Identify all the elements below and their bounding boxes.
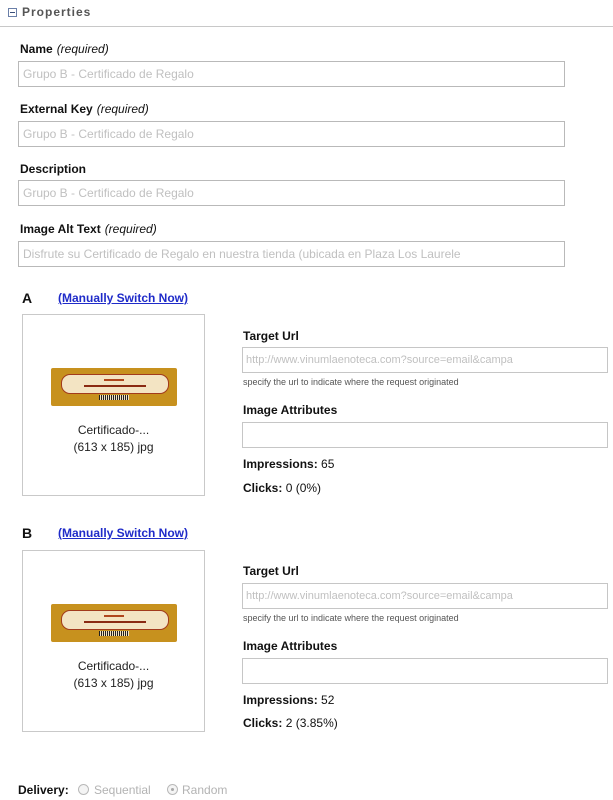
clicks-value: 2 (3.85%) (285, 716, 338, 730)
variant-b-target-url-input[interactable]: http://www.vinumlaenoteca.com?source=ema… (242, 583, 608, 609)
clicks-label: Clicks: (243, 716, 283, 730)
thumbnail-text-line (104, 379, 124, 381)
variant-b-letter: B (22, 525, 33, 541)
collapse-icon[interactable] (8, 8, 17, 17)
external-key-label-text: External Key (20, 102, 93, 116)
variant-a-target-url-input[interactable]: http://www.vinumlaenoteca.com?source=ema… (242, 347, 608, 373)
name-input[interactable]: Grupo B - Certificado de Regalo (18, 61, 565, 87)
variant-a-impressions: Impressions: 65 (243, 457, 334, 471)
description-label: Description (20, 162, 87, 176)
clicks-label: Clicks: (243, 481, 283, 495)
image-alt-text-label: Image Alt Text (required) (20, 222, 157, 236)
thumbnail-text-line (104, 615, 124, 617)
variant-a-switch-link[interactable]: (Manually Switch Now) (58, 291, 188, 305)
variant-b-thumbnail (51, 604, 177, 642)
description-input[interactable]: Grupo B - Certificado de Regalo (18, 180, 565, 206)
clicks-value: 0 (0%) (285, 481, 322, 495)
variant-a-thumbnail (51, 368, 177, 406)
name-label: Name (required) (20, 42, 109, 56)
variant-a-target-url-label: Target Url (243, 329, 299, 343)
variant-a-image-name: Certificado-... (77, 423, 150, 437)
image-alt-text-required-note: (required) (104, 222, 157, 236)
impressions-label: Impressions: (243, 457, 318, 471)
delivery-label: Delivery: (18, 783, 69, 797)
thumbnail-text-line (84, 621, 146, 623)
external-key-required-note: (required) (96, 102, 149, 116)
impressions-value: 52 (321, 693, 335, 707)
properties-section-header[interactable]: Properties (0, 0, 613, 27)
impressions-value: 65 (321, 457, 335, 471)
name-required-note: (required) (56, 42, 109, 56)
variant-b-image-name: Certificado-... (77, 659, 150, 673)
variant-b-target-url-label: Target Url (243, 564, 299, 578)
external-key-label: External Key (required) (20, 102, 149, 116)
section-title: Properties (22, 5, 92, 19)
gift-certificate-image (61, 610, 169, 630)
thumbnail-text-line (84, 385, 146, 387)
image-alt-text-input[interactable]: Disfrute su Certificado de Regalo en nue… (18, 241, 565, 267)
variant-b-impressions: Impressions: 52 (243, 693, 334, 707)
variant-a-image-meta: (613 x 185) jpg (73, 440, 154, 454)
variant-b-target-url-help: specify the url to indicate where the re… (243, 613, 459, 623)
impressions-label: Impressions: (243, 693, 318, 707)
variant-a-image-attributes-label: Image Attributes (243, 403, 338, 417)
barcode-graphic (99, 395, 129, 400)
variant-a-image-box[interactable]: Certificado-... (613 x 185) jpg (22, 314, 205, 496)
variant-b-image-meta: (613 x 185) jpg (73, 676, 154, 690)
random-radio[interactable] (167, 784, 178, 795)
name-label-text: Name (20, 42, 53, 56)
variant-a-letter: A (22, 290, 33, 306)
random-radio-label[interactable]: Random (182, 783, 227, 797)
variant-b-image-box[interactable]: Certificado-... (613 x 185) jpg (22, 550, 205, 732)
variant-b-image-attributes-input[interactable] (242, 658, 608, 684)
sequential-radio-label[interactable]: Sequential (94, 783, 151, 797)
variant-b-switch-link[interactable]: (Manually Switch Now) (58, 526, 188, 540)
sequential-radio[interactable] (78, 784, 89, 795)
variant-a-clicks: Clicks: 0 (0%) (243, 481, 321, 495)
variant-a-image-attributes-input[interactable] (242, 422, 608, 448)
external-key-input[interactable]: Grupo B - Certificado de Regalo (18, 121, 565, 147)
variant-b-image-attributes-label: Image Attributes (243, 639, 338, 653)
image-alt-text-label-text: Image Alt Text (20, 222, 101, 236)
gift-certificate-image (61, 374, 169, 394)
barcode-graphic (99, 631, 129, 636)
variant-a-target-url-help: specify the url to indicate where the re… (243, 377, 459, 387)
variant-b-clicks: Clicks: 2 (3.85%) (243, 716, 338, 730)
